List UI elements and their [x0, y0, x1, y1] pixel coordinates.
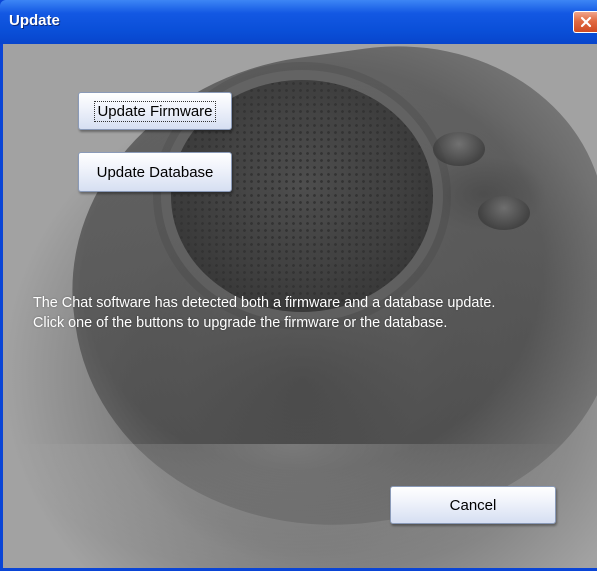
cancel-label: Cancel	[449, 496, 497, 514]
update-firmware-label: Update Firmware	[94, 100, 216, 122]
window-title: Update	[9, 12, 60, 29]
update-dialog: Update Update Firmware Update Database T…	[0, 0, 597, 571]
message-line-2: Click one of the buttons to upgrade the …	[33, 315, 448, 331]
message-line-1: The Chat software has detected both a fi…	[33, 295, 496, 311]
title-bar[interactable]: Update	[0, 0, 597, 44]
dialog-content: Update Firmware Update Database The Chat…	[3, 44, 597, 568]
background-speaker-button	[433, 132, 485, 166]
close-button[interactable]	[573, 11, 597, 33]
update-message: The Chat software has detected both a fi…	[33, 293, 595, 333]
update-database-button[interactable]: Update Database	[78, 152, 232, 192]
update-firmware-button[interactable]: Update Firmware	[78, 92, 232, 130]
close-icon	[580, 16, 592, 28]
background-speaker-button	[478, 196, 530, 230]
cancel-button[interactable]: Cancel	[390, 486, 556, 524]
update-database-label: Update Database	[96, 163, 214, 181]
